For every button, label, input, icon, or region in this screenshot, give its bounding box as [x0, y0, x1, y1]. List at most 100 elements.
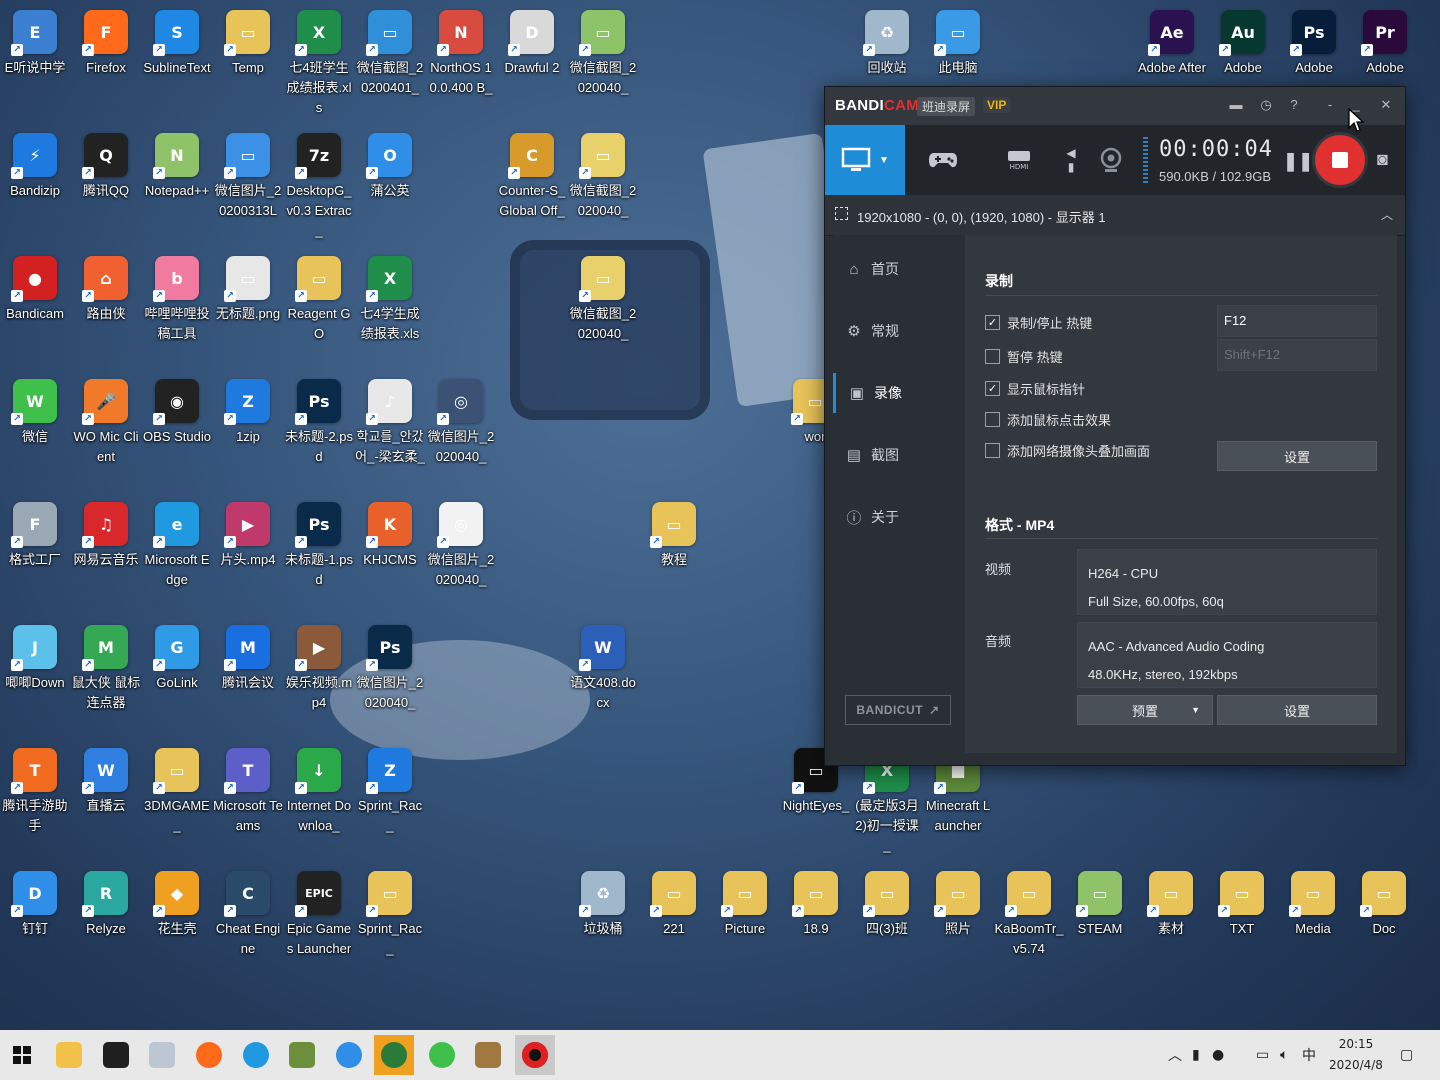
taskbar-explorer[interactable] — [49, 1035, 89, 1075]
desktop-icon[interactable]: J ↗ 唧唧Down — [0, 615, 70, 693]
hdmi-mode-button[interactable]: HDMI — [983, 125, 1055, 195]
sidebar-item-about[interactable]: ⓘ 关于 — [833, 497, 965, 537]
desktop-icon[interactable]: 7z ↗ DesktopG_ v0.3 Extrac_ — [284, 123, 354, 241]
desktop-icon[interactable]: EPIC ↗ Epic Games Launcher — [284, 861, 354, 959]
tray-volume[interactable]: 🔈︎ — [1280, 1030, 1288, 1080]
desktop-icon[interactable]: ▭ ↗ 无标题.png — [213, 246, 283, 324]
desktop-icon[interactable]: G ↗ GoLink — [142, 615, 212, 693]
desktop-icon[interactable]: W ↗ 直播云 — [71, 738, 141, 816]
desktop-icon[interactable]: ▭ ↗ 素材 — [1136, 861, 1206, 939]
preset-button[interactable]: 预置 ▼ — [1077, 695, 1213, 725]
collapse-icon[interactable]: ‐ — [1321, 96, 1339, 114]
tray-qq[interactable]: ● — [1212, 1030, 1224, 1080]
desktop-icon[interactable]: Ae ↗ Adobe After — [1137, 0, 1207, 78]
bandicut-button[interactable]: BANDICUT ↗ — [845, 695, 951, 725]
desktop-icon[interactable]: Ps ↗ 微信图片_2020040_ — [355, 615, 425, 713]
desktop-icon[interactable]: M ↗ 腾讯会议 — [213, 615, 283, 693]
taskbar-photos[interactable] — [142, 1035, 182, 1075]
tray-expand[interactable]: ︿ — [1168, 1030, 1182, 1080]
pause-icon[interactable]: ❚❚ — [1283, 151, 1313, 172]
taskbar-store[interactable] — [96, 1035, 136, 1075]
desktop-icon[interactable]: Z ↗ 1zip — [213, 369, 283, 447]
desktop-icon[interactable]: O ↗ 蒲公英 — [355, 123, 425, 201]
start-button[interactable] — [2, 1035, 42, 1075]
desktop-icon[interactable]: ▭ ↗ 微信截图_20200401_ — [355, 0, 425, 98]
desktop-icon[interactable]: ▭ ↗ 微信图片_20200313L — [213, 123, 283, 221]
desktop-icon[interactable]: ▶ ↗ 娱乐视频.mp4 — [284, 615, 354, 713]
desktop-icon[interactable]: E ↗ E听说中学 — [0, 0, 70, 78]
desktop-icon[interactable]: ▭ ↗ KaBoomTr_ v5.74 — [994, 861, 1064, 959]
desktop-icon[interactable]: W ↗ 语文408.docx — [568, 615, 638, 713]
desktop-icon[interactable]: T ↗ 腾讯手游助手 — [0, 738, 70, 836]
desktop-icon[interactable]: S ↗ SublineText — [142, 0, 212, 78]
sidebar-item-video[interactable]: ▣ 录像 — [833, 373, 965, 413]
sidebar-item-home[interactable]: ⌂ 首页 — [833, 249, 965, 289]
desktop-icon[interactable]: ▭ ↗ Picture — [710, 861, 780, 939]
format-settings-button[interactable]: 设置 — [1217, 695, 1377, 725]
desktop-icon[interactable]: ▭ ↗ 此电脑 — [923, 0, 993, 78]
video-format-box[interactable]: H264 - CPU Full Size, 60.00fps, 60q — [1077, 549, 1377, 615]
desktop-icon[interactable]: ♻ ↗ 回收站 — [852, 0, 922, 78]
taskbar-edge[interactable] — [236, 1035, 276, 1075]
desktop-icon[interactable]: ▭ ↗ TXT — [1207, 861, 1277, 939]
record-hotkey-field[interactable]: F12 — [1217, 305, 1377, 337]
desktop-icon[interactable]: F ↗ 格式工厂 — [0, 492, 70, 570]
webcam-settings-button[interactable]: 设置 — [1217, 441, 1377, 471]
desktop-icon[interactable]: W ↗ 微信 — [0, 369, 70, 447]
game-mode-button[interactable] — [907, 125, 979, 195]
desktop-icon[interactable]: ▭ ↗ 221 — [639, 861, 709, 939]
taskbar-minecraft[interactable] — [282, 1035, 322, 1075]
taskbar-package[interactable] — [468, 1035, 508, 1075]
desktop-icon[interactable]: D ↗ Drawful 2 — [497, 0, 567, 78]
desktop-icon[interactable]: Q ↗ 腾讯QQ — [71, 123, 141, 201]
desktop-icon[interactable]: ◉ ↗ OBS Studio — [142, 369, 212, 447]
desktop-icon[interactable]: T ↗ Microsoft Teams — [213, 738, 283, 836]
taskbar-wechat[interactable] — [422, 1035, 462, 1075]
record-hotkey-checkbox[interactable]: ✓ 录制/停止 热键 — [985, 313, 1092, 332]
desktop-icon[interactable]: M ↗ 鼠大侠 鼠标连点器 — [71, 615, 141, 713]
desktop-icon[interactable]: ▭ ↗ 照片 — [923, 861, 993, 939]
taskbar-clock[interactable]: 20:15 2020/4/8 — [1318, 1034, 1394, 1076]
desktop-icon[interactable]: Ps ↗ 未标题-2.psd — [284, 369, 354, 467]
desktop-icon[interactable]: b ↗ 哔哩哔哩投稿工具 — [142, 246, 212, 344]
desktop-icon[interactable]: ▭ ↗ Doc — [1349, 861, 1419, 939]
desktop-icon[interactable]: ▭ ↗ 18.9 — [781, 861, 851, 939]
desktop-icon[interactable]: ▭ ↗ 3DMGAME_ — [142, 738, 212, 836]
desktop-icon[interactable]: e ↗ Microsoft Edge — [142, 492, 212, 590]
desktop-icon[interactable]: ▭ ↗ Media — [1278, 861, 1348, 939]
desktop-icon[interactable]: ▭ ↗ Sprint_Rac_ — [355, 861, 425, 959]
desktop-icon[interactable]: ▭ ↗ Temp — [213, 0, 283, 78]
desktop-icon[interactable]: ⌂ ↗ 路由侠 — [71, 246, 141, 324]
desktop-icon[interactable]: X ↗ 七4班学生成绩报表.xls — [284, 0, 354, 118]
desktop-icon[interactable]: ▭ ↗ 四(3)班 — [852, 861, 922, 939]
desktop-icon[interactable]: K ↗ KHJCMS — [355, 492, 425, 570]
desktop-icon[interactable]: ● ↗ Bandicam — [0, 246, 70, 324]
desktop-icon[interactable]: ▭ ↗ STEAM — [1065, 861, 1135, 939]
desktop-icon[interactable]: ♻ ↗ 垃圾桶 — [568, 861, 638, 939]
desktop-icon[interactable]: ▭ ↗ 微信截图_2020040_ — [568, 123, 638, 221]
desktop-icon[interactable]: N ↗ Notepad++ — [142, 123, 212, 201]
click-effect-checkbox[interactable]: 添加鼠标点击效果 — [985, 410, 1111, 429]
webcam-overlay-checkbox[interactable]: 添加网络摄像头叠加画面 — [985, 441, 1150, 460]
desktop-icon[interactable]: C ↗ Cheat Engine — [213, 861, 283, 959]
sidebar-item-general[interactable]: ⚙ 常规 — [833, 311, 965, 351]
tray-mic[interactable]: ▮ — [1192, 1030, 1200, 1080]
desktop-icon[interactable]: ◎ ↗ 微信图片_2020040_ — [426, 369, 496, 467]
desktop-icon[interactable]: F ↗ Firefox — [71, 0, 141, 78]
desktop-icon[interactable]: ◎ ↗ 微信图片_2020040_ — [426, 492, 496, 590]
taskbar-dingtalk[interactable] — [329, 1035, 369, 1075]
vip-badge[interactable]: VIP — [983, 97, 1011, 113]
desktop-icon[interactable]: Ps ↗ Adobe — [1279, 0, 1349, 78]
desktop-icon[interactable]: ▭ ↗ 微信截图_2020040_ — [568, 0, 638, 98]
folder-icon[interactable]: ▬ — [1227, 96, 1245, 114]
desktop-icon[interactable]: D ↗ 钉钉 — [0, 861, 70, 939]
desktop-icon[interactable]: Ps ↗ 未标题-1.psd — [284, 492, 354, 590]
desktop-icon[interactable]: X ↗ 七4学生成绩报表.xls — [355, 246, 425, 344]
desktop-icon[interactable]: Z ↗ Sprint_Rac_ — [355, 738, 425, 836]
tray-network[interactable]: ▭ — [1256, 1030, 1269, 1080]
desktop-icon[interactable]: ◆ ↗ 花生壳 — [142, 861, 212, 939]
taskbar-active-app[interactable] — [374, 1035, 414, 1075]
desktop-icon[interactable]: ▭ ↗ 教程 — [639, 492, 709, 570]
taskbar-firefox[interactable] — [189, 1035, 229, 1075]
notification-button[interactable]: ▢ — [1400, 1030, 1413, 1080]
